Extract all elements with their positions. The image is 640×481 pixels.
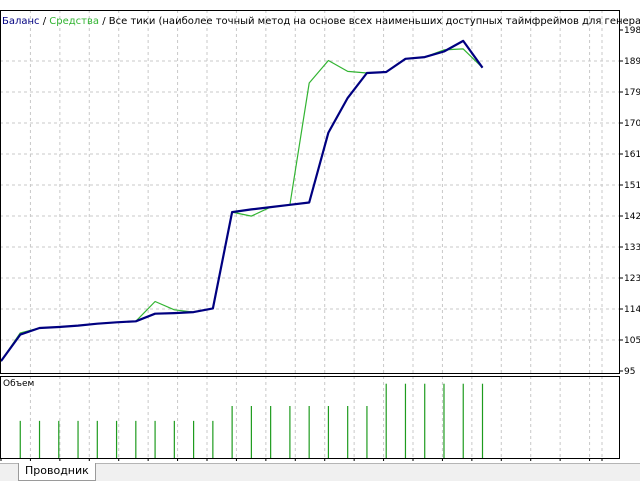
legend-mode: Все тики (наиболее точный метод на основ…	[109, 16, 640, 27]
y-tick-label: 198	[624, 26, 640, 36]
tab-navigator[interactable]: Проводник	[18, 463, 96, 481]
y-tick-label: 105	[624, 336, 640, 346]
chart-legend: Баланс / Средства / Все тики (наиболее т…	[2, 16, 640, 27]
y-tick-label: 189	[624, 57, 640, 67]
y-tick-label: 114	[624, 305, 640, 315]
y-tick-label: 179	[624, 88, 640, 98]
legend-balance: Баланс	[2, 16, 40, 27]
main-grid	[0, 10, 619, 373]
y-tick-label: 151	[624, 181, 640, 191]
y-axis-ticks: 198 189 179 170 161 151 142 133 123 114 105 95	[619, 26, 640, 377]
legend-equity: Средства	[49, 16, 99, 27]
bottom-tab-bar: Проводник	[0, 463, 640, 481]
y-tick-label: 133	[624, 243, 640, 253]
equity-line	[1, 49, 483, 361]
main-frame	[1, 11, 620, 374]
y-tick-label: 170	[624, 119, 640, 129]
y-tick-label: 95	[624, 367, 635, 377]
balance-line	[1, 41, 483, 361]
equity-line-path	[1, 49, 483, 361]
y-tick-label: 161	[624, 150, 640, 160]
y-tick-label: 142	[624, 212, 640, 222]
y-tick-label: 123	[624, 274, 640, 284]
balance-line-path	[1, 41, 483, 361]
legend-separator: /	[99, 16, 109, 27]
volume-frame	[1, 377, 620, 459]
volume-panel-title: Объем	[3, 379, 34, 389]
tester-chart: 19818917917016115114213312311410595 0246…	[0, 0, 640, 463]
legend-separator: /	[40, 16, 50, 27]
